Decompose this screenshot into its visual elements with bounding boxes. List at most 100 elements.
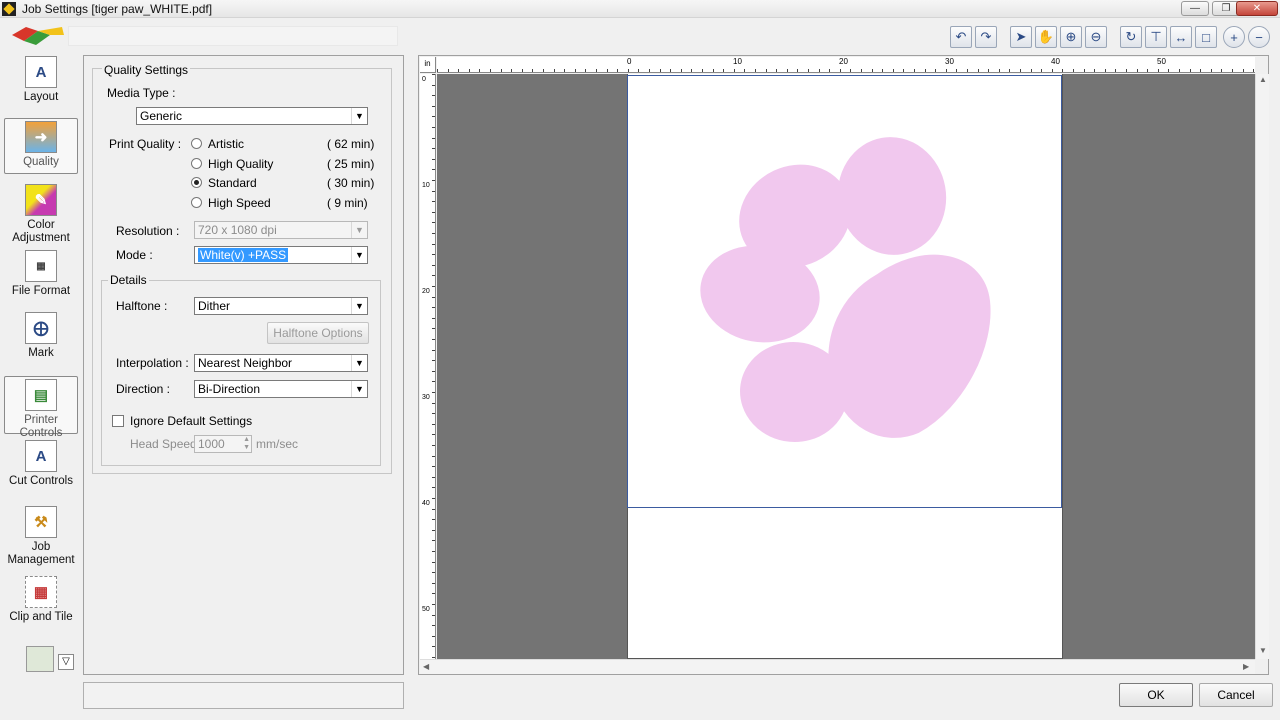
sidebar-item-job-management[interactable]: ⚒ Job Management [4,506,78,567]
mode-value: White(v) +PASS [198,248,289,262]
ruler-tick [432,646,435,647]
ruler-tick [1221,69,1222,72]
ruler-tick [432,127,435,128]
horizontal-scrollbar[interactable]: ◀ ▶ [420,659,1255,674]
radio-artistic[interactable] [191,138,202,149]
fit-page-icon[interactable]: □ [1195,26,1217,48]
cut-controls-icon: A [25,440,57,472]
ruler-tick [432,424,435,425]
scroll-up-icon[interactable]: ▲ [1259,75,1267,84]
ruler-tick [1158,69,1159,72]
ruler-tick [734,69,735,72]
preview-panel: in 0 10 20 30 40 50 0 10 20 30 40 50 ▲ ▼… [418,55,1269,675]
sidebar-item-label: Printer Controls [19,414,63,439]
ruler-tick [1211,69,1212,72]
zoom-out-icon[interactable]: ⊖ [1085,26,1107,48]
ruler-tick [432,265,435,266]
ruler-tick [978,69,979,72]
sidebar-item-label: Job Management [7,541,75,566]
ruler-tick [575,69,576,72]
ruler-tick [691,69,692,72]
group-title: Details [108,273,149,287]
radio-label: High Quality [208,157,274,171]
ruler-tick [432,201,435,202]
sidebar-item-mark[interactable]: ⨁ Mark [4,312,78,360]
hand-pan-icon[interactable]: ✋ [1035,26,1057,48]
time-estimate: ( 62 min) [327,137,375,151]
sidebar-item-quality[interactable]: ➜ Quality [4,118,78,174]
tiger-paw-artwork[interactable] [628,76,1061,507]
align-top-icon[interactable]: ⊤ [1145,26,1167,48]
vertical-scrollbar[interactable]: ▲ ▼ [1255,74,1269,659]
rotate-icon[interactable]: ↻ [1120,26,1142,48]
interpolation-select[interactable]: Nearest Neighbor ▼ [194,354,368,372]
radio-standard[interactable] [191,177,202,188]
zoom-in-icon[interactable]: ⊕ [1060,26,1082,48]
chevron-down-icon[interactable]: ▽ [58,654,74,670]
halftone-options-button[interactable]: Halftone Options [267,322,369,344]
sidebar-item-printer-controls[interactable]: ▤ Printer Controls [4,376,78,439]
media-type-select[interactable]: Generic ▼ [136,107,368,125]
job-management-icon: ⚒ [25,506,57,538]
ruler-tick [432,657,435,658]
ruler-tick [432,169,435,170]
preview-canvas[interactable] [437,74,1255,659]
radio-high-speed[interactable] [191,197,202,208]
clip-and-tile-icon: ▦ [25,576,57,608]
status-field [83,682,404,709]
ruler-tick [1253,69,1254,72]
scroll-left-icon[interactable]: ◀ [423,662,429,671]
ruler-label: 10 [422,182,430,189]
direction-value: Bi-Direction [198,382,261,396]
ruler-tick [702,69,703,72]
sidebar-item-layout[interactable]: A Layout [4,56,78,104]
sidebar-item-color-adjustment[interactable]: ✎ Color Adjustment [4,184,78,245]
sidebar-item-label: File Format [11,285,71,297]
spinner-arrows-icon[interactable]: ▲ ▼ [243,436,250,452]
minus-circle-icon[interactable]: − [1248,26,1270,48]
radio-high-quality[interactable] [191,158,202,169]
sidebar-item-cut-controls[interactable]: A Cut Controls [4,440,78,488]
sidebar-item-file-format[interactable]: ▦ File Format [4,250,78,298]
ruler-tick [829,69,830,72]
ok-button[interactable]: OK [1119,683,1193,707]
ignore-defaults-checkbox[interactable] [112,415,124,427]
minimize-button[interactable]: — [1181,1,1209,16]
ruler-tick [432,116,435,117]
close-button[interactable]: ✕ [1236,1,1278,16]
ruler-tick [925,69,926,72]
head-speed-value: 1000 [198,437,225,451]
group-title: Quality Settings [102,63,191,77]
cancel-button[interactable]: Cancel [1199,683,1273,707]
redo-icon[interactable]: ↷ [975,26,997,48]
time-estimate: ( 25 min) [327,157,375,171]
scroll-down-icon[interactable]: ▼ [1259,646,1267,655]
ruler-tick [432,85,435,86]
ruler-tick [490,69,491,72]
job-artboard[interactable] [627,75,1062,508]
mode-select[interactable]: White(v) +PASS ▼ [194,246,368,264]
ruler-tick [432,159,435,160]
ruler-tick [432,148,435,149]
resolution-select[interactable]: 720 x 1080 dpi ▼ [194,221,368,239]
ruler-tick [988,69,989,72]
ruler-tick [469,69,470,72]
direction-select[interactable]: Bi-Direction ▼ [194,380,368,398]
ruler-tick [660,69,661,72]
more-tools-icon[interactable] [26,646,54,672]
ruler-tick [1243,69,1244,72]
halftone-select[interactable]: Dither ▼ [194,297,368,315]
sidebar-item-clip-and-tile[interactable]: ▦ Clip and Tile [4,576,78,624]
head-speed-input[interactable]: 1000 ▲ ▼ [194,435,252,453]
ruler-tick [903,69,904,72]
fit-width-icon[interactable]: ↔ [1170,26,1192,48]
scroll-right-icon[interactable]: ▶ [1243,662,1249,671]
ruler-label: 50 [1157,57,1166,66]
ruler-tick [1052,69,1053,72]
ruler-label: 0 [627,57,632,66]
ruler-tick [532,69,533,72]
ruler-tick [432,106,435,107]
undo-icon[interactable]: ↶ [950,26,972,48]
plus-circle-icon[interactable]: + [1223,26,1245,48]
select-arrow-icon[interactable]: ➤ [1010,26,1032,48]
